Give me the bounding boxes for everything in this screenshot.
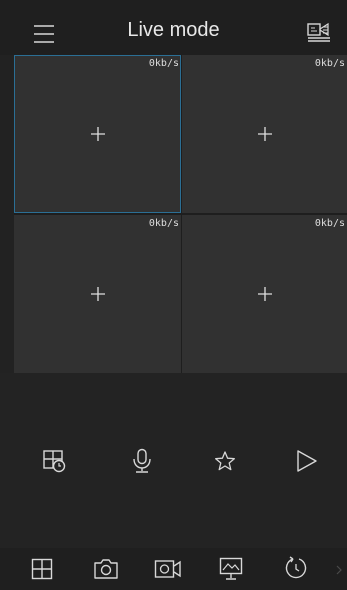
video-tile-4[interactable]: 0kb/s — [182, 215, 347, 373]
chevron-right-icon[interactable] — [335, 565, 343, 575]
bottom-toolbar — [0, 548, 347, 590]
video-tile-1[interactable]: 0kb/s — [14, 55, 181, 213]
add-icon[interactable] — [257, 286, 273, 302]
record-video-icon[interactable] — [154, 559, 182, 579]
bitrate-label: 0kb/s — [314, 58, 345, 69]
add-icon[interactable] — [257, 126, 273, 142]
camera-list-icon[interactable] — [306, 22, 332, 44]
video-tile-2[interactable]: 0kb/s — [182, 55, 347, 213]
split-screen-icon[interactable] — [31, 558, 53, 580]
microphone-icon[interactable] — [131, 448, 153, 474]
monitor-display-icon[interactable] — [219, 557, 243, 581]
video-grid: 0kb/s 0kb/s 0kb/s 0kb/s — [14, 55, 347, 373]
rotate-refresh-icon[interactable] — [284, 556, 308, 582]
top-bar: Live mode — [0, 0, 347, 55]
favorite-star-icon[interactable] — [214, 450, 236, 472]
control-panel — [0, 373, 347, 548]
bitrate-label: 0kb/s — [148, 58, 179, 69]
video-tile-3[interactable]: 0kb/s — [14, 215, 181, 373]
bitrate-label: 0kb/s — [148, 218, 179, 229]
add-icon[interactable] — [90, 286, 106, 302]
add-icon[interactable] — [90, 126, 106, 142]
page-title: Live mode — [127, 19, 220, 41]
play-icon[interactable] — [296, 449, 318, 473]
playback-grid-icon[interactable] — [42, 449, 66, 473]
bitrate-label: 0kb/s — [314, 218, 345, 229]
snapshot-camera-icon[interactable] — [93, 558, 119, 580]
